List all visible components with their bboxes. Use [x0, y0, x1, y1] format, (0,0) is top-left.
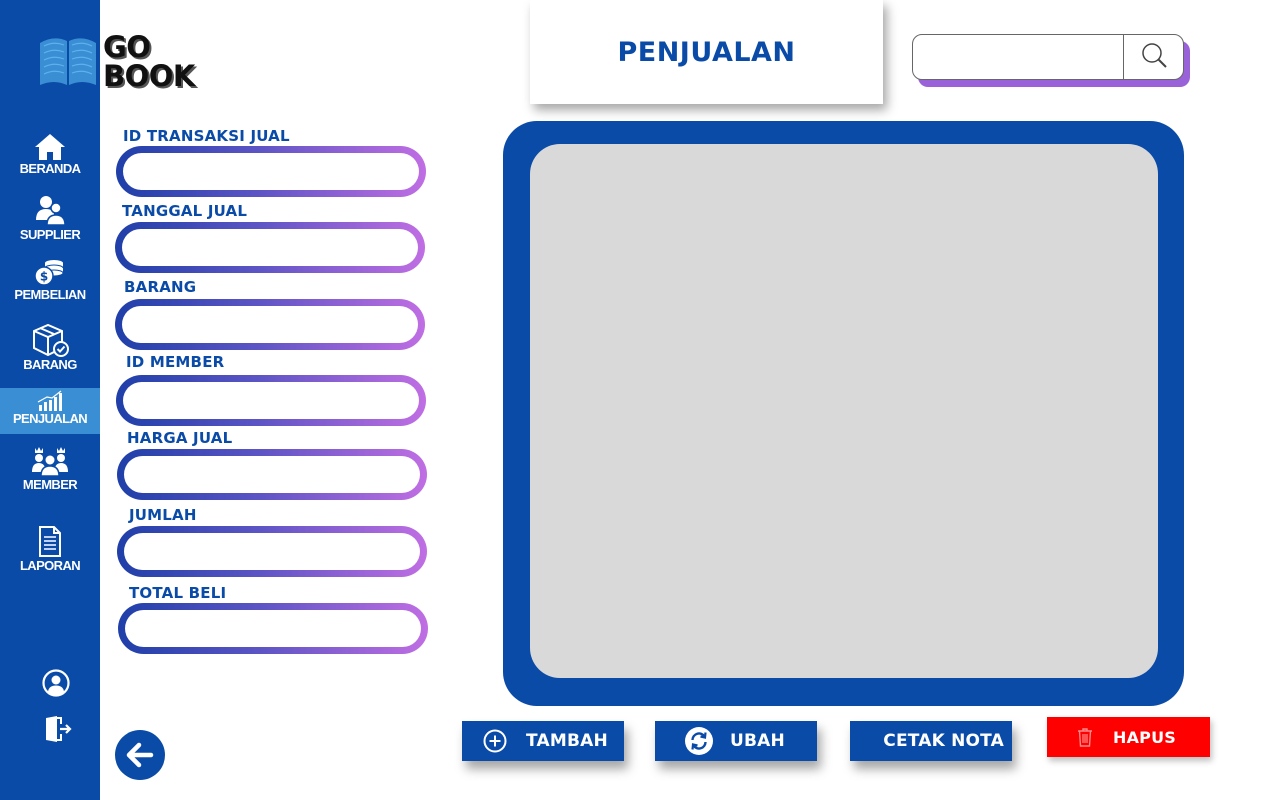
sidebar-item-label: PENJUALAN — [12, 411, 88, 426]
cetak-nota-button[interactable]: CETAK NOTA — [850, 721, 1012, 761]
field-label-jumlah: JUMLAH — [129, 506, 197, 524]
barang-input[interactable] — [122, 306, 418, 343]
field-id-member-wrap — [116, 375, 426, 426]
sidebar-item-laporan[interactable]: LAPORAN — [0, 525, 100, 575]
total-beli-input[interactable] — [125, 610, 421, 647]
sidebar: BERANDA SUPPLIER $ PEMBELIAN BARANG PENJ… — [0, 0, 100, 800]
sidebar-item-barang[interactable]: BARANG — [0, 322, 100, 372]
cetak-nota-button-label: CETAK NOTA — [883, 731, 1004, 751]
coins-icon: $ — [34, 260, 64, 286]
profile-icon[interactable] — [41, 668, 71, 698]
ubah-button-label: UBAH — [730, 731, 785, 751]
trash-icon — [1078, 728, 1092, 747]
sidebar-item-label: BARANG — [23, 357, 77, 372]
logout-icon[interactable] — [43, 714, 73, 744]
box-icon — [33, 323, 69, 357]
logo-line-1: GO — [103, 30, 151, 64]
search-button[interactable] — [1125, 35, 1183, 79]
search-input[interactable] — [921, 41, 1125, 75]
id-transaksi-jual-input[interactable] — [123, 153, 419, 190]
field-tanggal-jual-wrap — [115, 222, 425, 273]
sidebar-item-label: LAPORAN — [19, 558, 81, 573]
field-label-id-transaksi-jual: ID TRANSAKSI JUAL — [123, 127, 290, 145]
app-logo: GO BOOK — [38, 33, 218, 99]
sidebar-item-penjualan[interactable]: PENJUALAN — [0, 388, 100, 434]
field-jumlah-wrap — [117, 526, 427, 577]
sidebar-item-pembelian[interactable]: $ PEMBELIAN — [0, 258, 100, 308]
field-total-beli-wrap — [118, 603, 428, 654]
field-harga-jual-wrap — [117, 449, 427, 500]
chart-icon — [37, 390, 62, 411]
field-label-id-member: ID MEMBER — [126, 353, 225, 371]
users-icon — [36, 196, 66, 226]
search-box — [912, 34, 1184, 80]
svg-text:$: $ — [40, 270, 48, 284]
sidebar-item-label: SUPPLIER — [19, 227, 81, 242]
app-logo-text: GO BOOK — [103, 33, 195, 91]
members-crown-icon — [32, 447, 68, 477]
tambah-button[interactable]: TAMBAH — [462, 721, 624, 761]
tambah-button-label: TAMBAH — [526, 731, 608, 751]
tanggal-jual-input[interactable] — [122, 229, 418, 266]
logo-line-2: BOOK — [103, 59, 195, 93]
field-barang-wrap — [115, 299, 425, 350]
ubah-button[interactable]: UBAH — [655, 721, 817, 761]
sidebar-item-label: BERANDA — [19, 161, 81, 176]
id-member-input[interactable] — [123, 382, 419, 419]
sidebar-item-label: MEMBER — [22, 477, 78, 492]
data-table-frame — [503, 121, 1184, 706]
home-icon — [35, 134, 65, 160]
harga-jual-input[interactable] — [124, 456, 420, 493]
hapus-button[interactable]: HAPUS — [1047, 717, 1210, 757]
field-label-tanggal-jual: TANGGAL JUAL — [122, 202, 248, 220]
search-icon — [1142, 43, 1167, 68]
sidebar-item-label: PEMBELIAN — [14, 287, 86, 302]
document-icon — [39, 526, 61, 557]
field-label-harga-jual: HARGA JUAL — [127, 429, 233, 447]
data-table[interactable] — [530, 144, 1158, 678]
add-icon — [483, 729, 507, 753]
field-id-transaksi-jual-wrap — [116, 146, 426, 197]
open-book-icon — [40, 38, 96, 85]
field-label-barang: BARANG — [124, 278, 197, 296]
page-title-card: PENJUALAN — [530, 0, 883, 104]
jumlah-input[interactable] — [124, 533, 420, 570]
sidebar-item-beranda[interactable]: BERANDA — [0, 132, 100, 182]
sidebar-item-supplier[interactable]: SUPPLIER — [0, 194, 100, 244]
field-label-total-beli: TOTAL BELI — [129, 584, 227, 602]
back-button[interactable] — [115, 730, 165, 780]
page-title: PENJUALAN — [617, 36, 796, 68]
hapus-button-label: HAPUS — [1113, 727, 1177, 747]
arrow-left-icon — [126, 742, 154, 768]
sidebar-item-member[interactable]: MEMBER — [0, 444, 100, 494]
refresh-icon — [685, 727, 713, 755]
search-divider — [1123, 35, 1124, 79]
